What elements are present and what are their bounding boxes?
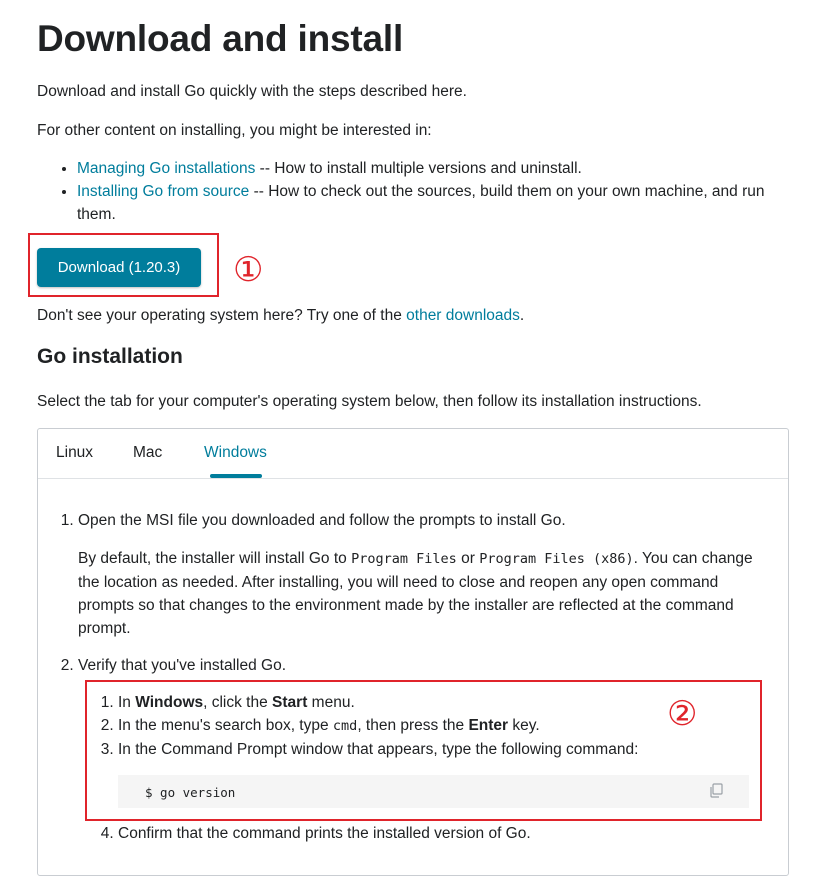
other-downloads-link[interactable]: other downloads bbox=[406, 307, 520, 324]
list-item: Installing Go from source -- How to chec… bbox=[77, 180, 797, 226]
step-2-text: Verify that you've installed Go. bbox=[78, 657, 287, 674]
page-title: Download and install bbox=[37, 18, 404, 59]
list-item: Managing Go installations -- How to inst… bbox=[77, 157, 797, 180]
desc-text: By default, the installer will install G… bbox=[78, 550, 352, 567]
select-tab-instruction: Select the tab for your computer's opera… bbox=[37, 393, 702, 410]
download-button[interactable]: Download (1.20.3) bbox=[37, 248, 201, 287]
annotation-marker-1: ① bbox=[233, 250, 264, 290]
step-1-description: By default, the installer will install G… bbox=[78, 547, 778, 640]
other-content-text: For other content on installing, you mig… bbox=[37, 122, 432, 139]
link-description: -- How to install multiple versions and … bbox=[255, 160, 582, 177]
step-1: Open the MSI file you downloaded and fol… bbox=[78, 509, 778, 640]
tab-bar: Linux Mac Windows bbox=[38, 429, 788, 479]
installing-from-source-link[interactable]: Installing Go from source bbox=[77, 183, 249, 200]
related-links-list: Managing Go installations -- How to inst… bbox=[37, 157, 797, 226]
tab-mac[interactable]: Mac bbox=[133, 444, 162, 462]
other-downloads-suffix: . bbox=[519, 307, 525, 324]
tab-windows[interactable]: Windows bbox=[204, 444, 267, 462]
program-files-x86-code: Program Files (x86) bbox=[479, 551, 634, 567]
intro-text: Download and install Go quickly with the… bbox=[37, 83, 467, 100]
annotation-box-2 bbox=[85, 680, 762, 821]
substep-text: Confirm that the command prints the inst… bbox=[118, 825, 531, 842]
active-tab-indicator bbox=[210, 474, 262, 478]
program-files-code: Program Files bbox=[351, 551, 457, 567]
step-1-text: Open the MSI file you downloaded and fol… bbox=[78, 512, 566, 529]
other-downloads-text: Don't see your operating system here? Tr… bbox=[37, 304, 524, 327]
desc-text: or bbox=[456, 550, 480, 567]
annotation-marker-2: ② bbox=[667, 694, 698, 734]
section-title: Go installation bbox=[37, 345, 183, 368]
managing-go-link[interactable]: Managing Go installations bbox=[77, 160, 255, 177]
tab-linux[interactable]: Linux bbox=[56, 444, 93, 462]
substep-4: Confirm that the command prints the inst… bbox=[118, 822, 778, 845]
other-downloads-prefix: Don't see your operating system here? Tr… bbox=[37, 307, 407, 324]
